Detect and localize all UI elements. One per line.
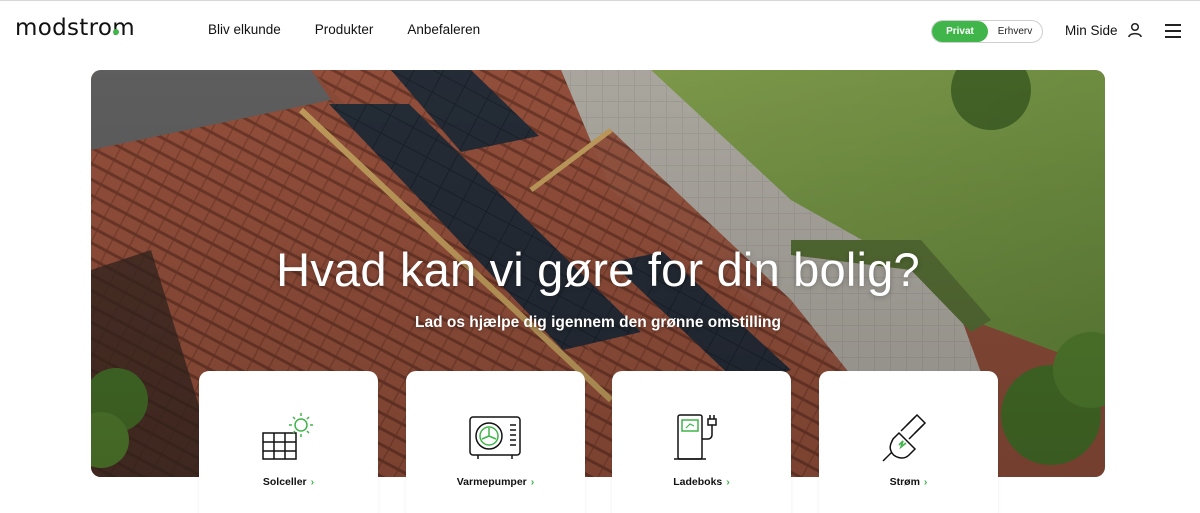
min-side-label: Min Side [1065,22,1118,38]
hero-title: Hvad kan vi gøre for din bolig? [276,243,920,296]
chevron-right-icon: › [530,476,535,488]
card-solceller[interactable]: Solceller › [199,371,378,513]
customer-type-toggle: Privat Erhverv [931,20,1043,43]
site-header: modstrom Bliv elkunde Produkter Anbefale… [0,0,1200,60]
card-label: Solceller › [262,476,315,488]
nav-anbefaleren[interactable]: Anbefaleren [407,22,480,37]
chevron-right-icon: › [726,476,730,488]
logo-leaf-icon [113,29,119,35]
card-label: Ladeboks › [673,476,730,488]
card-label: Varmepumper › [456,476,535,488]
chevron-right-icon: › [923,476,928,488]
toggle-privat[interactable]: Privat [932,21,988,42]
hero-subtitle: Lad os hjælpe dig igennem den grønne oms… [415,314,781,331]
plug-icon [882,413,927,462]
toggle-erhverv[interactable]: Erhverv [988,26,1042,37]
card-label: Strøm › [889,476,928,488]
user-icon [1127,22,1142,38]
heat-pump-icon [469,416,521,459]
main-nav: Bliv elkunde Produkter Anbefaleren [208,22,514,37]
card-varmepumper[interactable]: Varmepumper › [406,371,585,513]
nav-bliv-elkunde[interactable]: Bliv elkunde [208,22,281,37]
charger-icon [674,414,717,460]
nav-produkter[interactable]: Produkter [315,22,374,37]
min-side-link[interactable]: Min Side [1065,22,1143,38]
card-ladeboks[interactable]: Ladeboks › [612,371,791,513]
solar-panel-icon [262,413,313,460]
card-strom[interactable]: Strøm › [819,371,998,513]
chevron-right-icon: › [310,476,315,488]
hamburger-icon[interactable] [1165,24,1181,38]
